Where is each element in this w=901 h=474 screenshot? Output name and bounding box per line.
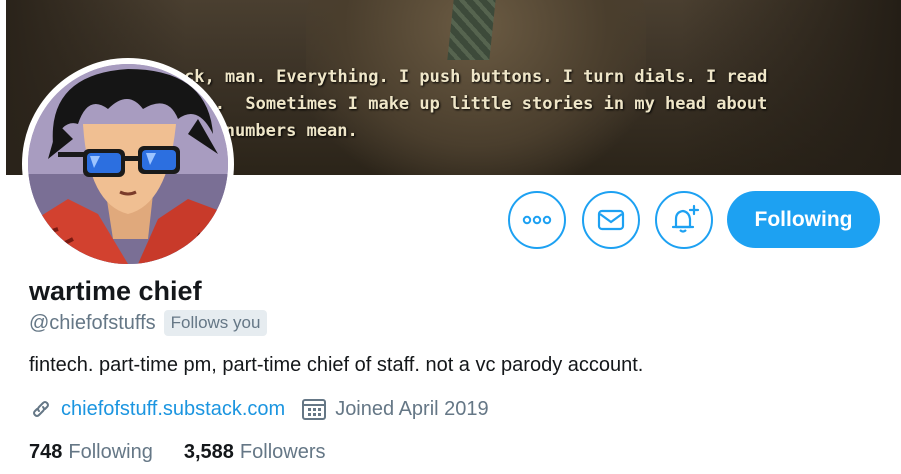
followers-label: Followers [239,441,326,463]
subtitle-line: ers. Sometimes I make up little stories … [184,94,768,114]
profile-page: ck, man. Everything. I push buttons. I t… [0,0,901,474]
message-button[interactable] [582,191,640,249]
display-name: wartime chief [29,276,202,306]
joined-date: Joined April 2019 [335,397,489,420]
envelope-icon [597,209,625,231]
link-icon [33,401,49,417]
website-link[interactable]: chiefofstuff.substack.com [61,398,285,421]
profile-bio: fintech. part-time pm, part-time chief o… [29,354,644,376]
following-stat[interactable]: 748 Following [29,441,153,464]
bell-plus-icon [671,204,700,233]
following-count: 748 [29,441,63,463]
following-button[interactable]: Following [727,191,880,248]
handle-row: @chiefofstuffs Follows you [29,310,268,336]
follows-you-badge: Follows you [163,310,268,336]
calendar-icon [302,399,327,420]
followers-count: 3,588 [183,441,234,463]
banner-tie [447,0,497,60]
anime-character-illustration [28,64,228,264]
subtitle-line: ck, man. Everything. I push buttons. I t… [184,67,768,87]
follow-stats: 748 Following 3,588 Followers [29,441,326,464]
subtitle-line: he numbers mean. [194,121,358,141]
user-handle: @chiefofstuffs [29,311,156,334]
followers-stat[interactable]: 3,588 Followers [184,441,326,464]
avatar-image [28,64,228,264]
profile-avatar[interactable] [22,58,234,270]
notifications-button[interactable] [655,191,713,249]
following-label: Following [68,441,153,463]
more-options-button[interactable] [508,191,566,249]
profile-meta: chiefofstuff.substack.com Joined April 2… [29,397,489,421]
banner-subtitles: ck, man. Everything. I push buttons. I t… [184,64,767,145]
more-horizontal-icon [522,215,552,225]
